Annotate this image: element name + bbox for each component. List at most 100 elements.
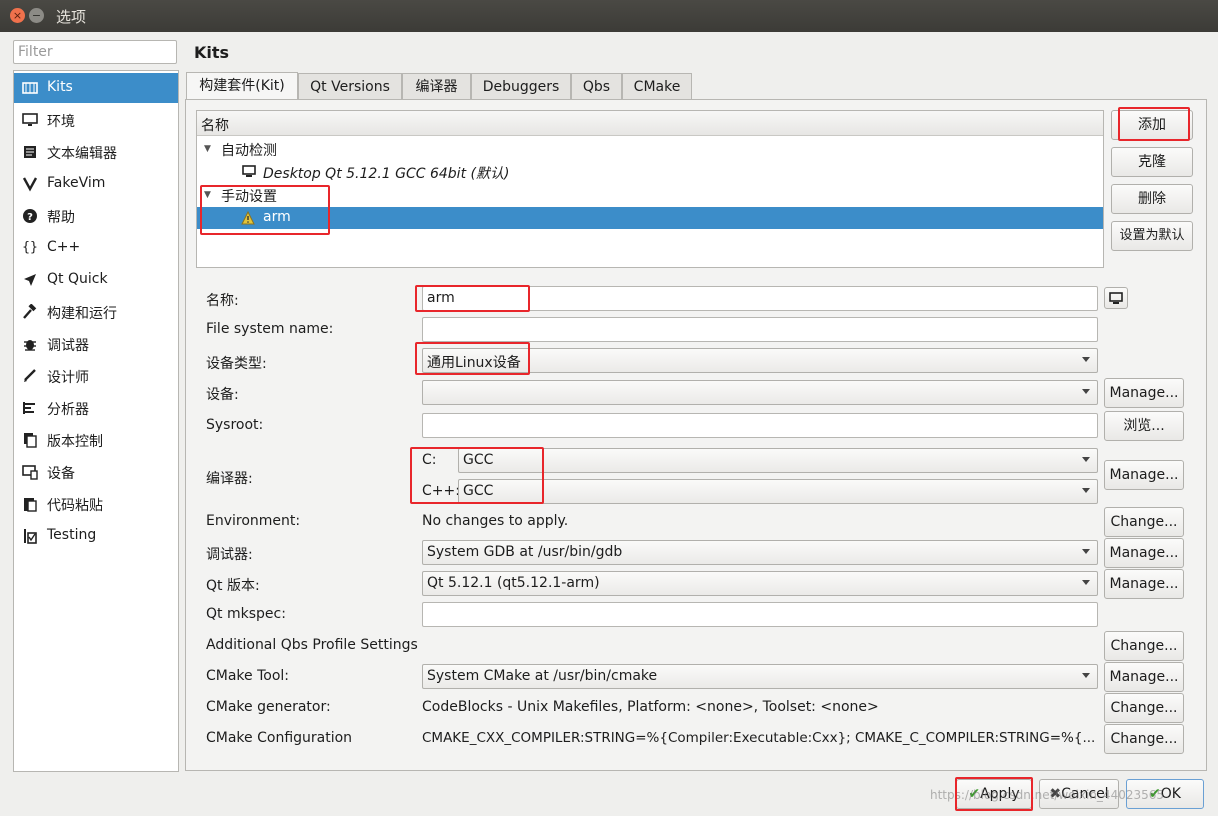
monitor-icon	[1109, 292, 1123, 304]
tab-cmake[interactable]: CMake	[622, 73, 692, 100]
cmake-tool-value: System CMake at /usr/bin/cmake	[427, 668, 658, 684]
qbs-profile-label: Additional Qbs Profile Settings	[206, 637, 418, 653]
sidebar-item-label: 帮助	[47, 210, 75, 226]
cmake-generator-label: CMake generator:	[206, 699, 331, 715]
environment-change-button[interactable]: Change...	[1104, 507, 1184, 537]
clone-button[interactable]: 克隆	[1111, 147, 1193, 177]
sidebar-item-devices[interactable]: 设备	[14, 457, 178, 487]
cmake-generator-change-button[interactable]: Change...	[1104, 693, 1184, 723]
c-compiler-combo[interactable]: GCC	[458, 448, 1098, 473]
tree-group-label: 自动检测	[221, 143, 277, 159]
chevron-down-icon	[1082, 357, 1090, 362]
kit-tree[interactable]: 名称 ▼ 自动检测 Desktop Qt 5.12.1 GCC 64bit (默…	[196, 110, 1104, 268]
chevron-down-icon	[1082, 488, 1090, 493]
chevron-down-icon	[1082, 673, 1090, 678]
expand-arrow-icon[interactable]: ▼	[204, 190, 211, 200]
filter-input[interactable]: Filter	[13, 40, 177, 64]
sidebar-item-label: 文本编辑器	[47, 146, 117, 162]
tab-debuggers[interactable]: Debuggers	[471, 73, 571, 100]
tab-qt-versions[interactable]: Qt Versions	[298, 73, 402, 100]
kit-icon-button[interactable]	[1104, 287, 1128, 309]
compiler-manage-button[interactable]: Manage...	[1104, 460, 1184, 490]
sidebar-item-label: 分析器	[47, 402, 89, 418]
cmake-tool-label: CMake Tool:	[206, 668, 290, 684]
options-dialog: × − 选项 Filter Kits 环境 文本编辑器 FakeVim ? 帮助…	[0, 0, 1218, 816]
device-type-combo[interactable]: 通用Linux设备	[422, 348, 1098, 373]
tab-qbs[interactable]: Qbs	[571, 73, 622, 100]
fs-name-field[interactable]	[422, 317, 1098, 342]
close-icon[interactable]: ×	[10, 8, 25, 23]
sidebar-item-designer[interactable]: 设计师	[14, 361, 178, 391]
sysroot-label: Sysroot:	[206, 417, 264, 433]
chevron-down-icon	[1082, 580, 1090, 585]
qt-version-combo[interactable]: Qt 5.12.1 (qt5.12.1-arm)	[422, 571, 1098, 596]
qt-version-label: Qt 版本:	[206, 578, 260, 594]
cmake-config-change-button[interactable]: Change...	[1104, 724, 1184, 754]
tree-group-auto[interactable]: ▼ 自动检测	[197, 138, 1103, 160]
tree-item-arm-kit[interactable]: arm	[197, 207, 1103, 229]
tree-item-desktop-kit[interactable]: Desktop Qt 5.12.1 GCC 64bit (默认)	[197, 161, 1103, 183]
name-field[interactable]: arm	[422, 286, 1098, 311]
device-manage-button[interactable]: Manage...	[1104, 378, 1184, 408]
cmake-config-label: CMake Configuration	[206, 730, 353, 746]
tree-item-label: Desktop Qt 5.12.1 GCC 64bit (默认)	[263, 166, 510, 182]
chevron-down-icon	[1082, 457, 1090, 462]
sidebar-item-fakevim[interactable]: FakeVim	[14, 169, 178, 199]
sidebar-item-code-paste[interactable]: 代码粘贴	[14, 489, 178, 519]
tab-compilers[interactable]: 编译器	[402, 73, 471, 100]
fakevim-icon	[22, 176, 38, 192]
tab-kits[interactable]: 构建套件(Kit)	[186, 72, 298, 100]
sidebar-item-help[interactable]: ? 帮助	[14, 201, 178, 231]
qbs-change-button[interactable]: Change...	[1104, 631, 1184, 661]
sidebar-item-qt-quick[interactable]: Qt Quick	[14, 265, 178, 295]
mkspec-label: Qt mkspec:	[206, 606, 286, 622]
page-title: Kits	[194, 43, 230, 62]
svg-text:?: ?	[27, 212, 33, 223]
debugger-manage-button[interactable]: Manage...	[1104, 538, 1184, 568]
watermark: https://blog.csdn.net/weixin_44023565	[930, 788, 1165, 802]
chevron-down-icon	[1082, 549, 1090, 554]
sidebar-item-version-control[interactable]: 版本控制	[14, 425, 178, 455]
cxx-compiler-value: GCC	[463, 483, 494, 499]
version-control-icon	[22, 432, 38, 448]
c-compiler-value: GCC	[463, 452, 494, 468]
remove-button[interactable]: 删除	[1111, 184, 1193, 214]
browse-button[interactable]: 浏览...	[1104, 411, 1184, 441]
mkspec-field[interactable]	[422, 602, 1098, 627]
monitor-icon	[22, 112, 38, 128]
monitor-icon	[242, 165, 256, 183]
cmake-tool-combo[interactable]: System CMake at /usr/bin/cmake	[422, 664, 1098, 689]
debugger-value: System GDB at /usr/bin/gdb	[427, 544, 623, 560]
tree-item-label: arm	[263, 209, 291, 225]
sidebar-item-text-editor[interactable]: 文本编辑器	[14, 137, 178, 167]
sidebar-item-debugger[interactable]: 调试器	[14, 329, 178, 359]
sidebar-item-label: C++	[47, 239, 81, 255]
debugger-label: 调试器:	[206, 547, 253, 563]
sidebar-item-label: Kits	[47, 79, 73, 95]
device-icon	[22, 464, 38, 480]
qt-version-manage-button[interactable]: Manage...	[1104, 569, 1184, 599]
make-default-button[interactable]: 设置为默认	[1111, 221, 1193, 251]
tree-header: 名称	[197, 111, 1103, 136]
device-combo[interactable]	[422, 380, 1098, 405]
paste-icon	[22, 496, 38, 512]
braces-icon: {}	[22, 240, 38, 255]
cxx-compiler-combo[interactable]: GCC	[458, 479, 1098, 504]
sidebar-item-build-run[interactable]: 构建和运行	[14, 297, 178, 327]
sidebar-item-label: 设计师	[47, 370, 89, 386]
sidebar-item-cpp[interactable]: {} C++	[14, 233, 178, 263]
analyzer-icon	[22, 400, 38, 416]
expand-arrow-icon[interactable]: ▼	[204, 144, 211, 154]
minimize-icon[interactable]: −	[29, 8, 44, 23]
sidebar-item-kits[interactable]: Kits	[14, 73, 178, 103]
add-button[interactable]: 添加	[1111, 110, 1193, 140]
environment-value: No changes to apply.	[422, 513, 569, 529]
cmake-tool-manage-button[interactable]: Manage...	[1104, 662, 1184, 692]
sidebar-item-testing[interactable]: Testing	[14, 521, 178, 551]
chevron-down-icon	[1082, 389, 1090, 394]
debugger-combo[interactable]: System GDB at /usr/bin/gdb	[422, 540, 1098, 565]
sidebar-item-environment[interactable]: 环境	[14, 105, 178, 135]
tree-group-manual[interactable]: ▼ 手动设置	[197, 184, 1103, 206]
sidebar-item-analyzer[interactable]: 分析器	[14, 393, 178, 423]
sysroot-field[interactable]	[422, 413, 1098, 438]
